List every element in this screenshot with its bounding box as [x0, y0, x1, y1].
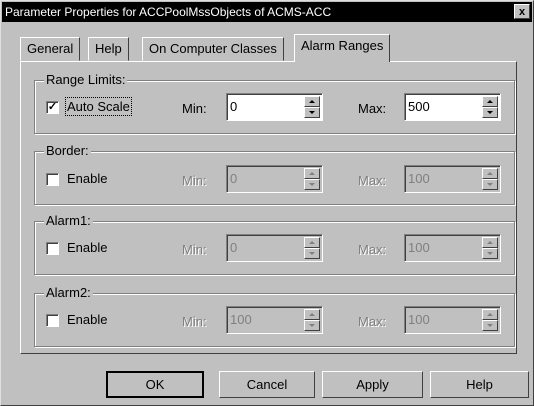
- border-max-input[interactable]: 100: [404, 165, 501, 193]
- alarm2-enable-label[interactable]: Enable: [67, 312, 107, 327]
- spin-down-icon[interactable]: [482, 107, 498, 118]
- spin-up-icon[interactable]: [304, 309, 320, 320]
- alarm2-max-spinner[interactable]: [482, 309, 498, 331]
- border-min-label: Min:: [182, 173, 207, 188]
- spin-up-icon[interactable]: [482, 309, 498, 320]
- alarm1-max-input[interactable]: 100: [404, 234, 501, 262]
- range-min-value: 0: [230, 99, 238, 114]
- spin-up-icon[interactable]: [304, 168, 320, 179]
- border-min-spinner[interactable]: [304, 168, 320, 190]
- tab-general[interactable]: General: [20, 37, 81, 61]
- alarm1-enable-label[interactable]: Enable: [67, 240, 107, 255]
- range-min-spinner[interactable]: [304, 96, 320, 118]
- ok-button[interactable]: OK: [106, 371, 204, 398]
- group-title: Alarm1:: [44, 213, 93, 228]
- alarm2-max-value: 100: [408, 312, 430, 327]
- alarm2-max-label: Max:: [358, 314, 387, 329]
- range-max-input[interactable]: 500: [404, 93, 501, 121]
- alarm1-min-spinner[interactable]: [304, 237, 320, 259]
- spin-down-icon[interactable]: [304, 179, 320, 190]
- alarm2-min-value: 100: [230, 312, 252, 327]
- border-max-spinner[interactable]: [482, 168, 498, 190]
- auto-scale-checkbox[interactable]: ✓: [46, 101, 59, 114]
- close-icon[interactable]: x: [514, 4, 530, 19]
- spin-down-icon[interactable]: [304, 107, 320, 118]
- alarm2-min-input[interactable]: 100: [226, 306, 323, 334]
- spin-down-icon[interactable]: [482, 320, 498, 331]
- border-max-label: Max:: [358, 173, 387, 188]
- range-min-label: Min:: [182, 101, 207, 116]
- spin-down-icon[interactable]: [304, 320, 320, 331]
- alarm1-max-spinner[interactable]: [482, 237, 498, 259]
- alarm1-max-label: Max:: [358, 242, 387, 257]
- border-enable-checkbox[interactable]: [46, 173, 59, 186]
- help-button[interactable]: Help: [430, 371, 529, 398]
- cancel-button[interactable]: Cancel: [219, 371, 315, 398]
- alarm1-min-input[interactable]: 0: [226, 234, 323, 262]
- tab-on-computer-classes[interactable]: On Computer Classes: [142, 37, 284, 61]
- alarm1-min-value: 0: [230, 240, 238, 255]
- title-bar[interactable]: Parameter Properties for ACCPoolMssObjec…: [2, 2, 532, 22]
- alarm2-min-label: Min:: [182, 314, 207, 329]
- group-title: Alarm2:: [44, 285, 93, 300]
- spin-up-icon[interactable]: [482, 237, 498, 248]
- tab-help[interactable]: Help: [88, 37, 129, 61]
- group-title: Border:: [44, 143, 91, 158]
- group-title: Range Limits:: [44, 72, 128, 87]
- range-max-value: 500: [408, 99, 430, 114]
- alarm1-max-value: 100: [408, 240, 430, 255]
- range-max-spinner[interactable]: [482, 96, 498, 118]
- border-min-input[interactable]: 0: [226, 165, 323, 193]
- alarm1-enable-checkbox[interactable]: [46, 242, 59, 255]
- alarm2-min-spinner[interactable]: [304, 309, 320, 331]
- spin-down-icon[interactable]: [482, 179, 498, 190]
- alarm1-min-label: Min:: [182, 242, 207, 257]
- apply-button[interactable]: Apply: [322, 371, 423, 398]
- alarm2-max-input[interactable]: 100: [404, 306, 501, 334]
- spin-up-icon[interactable]: [304, 237, 320, 248]
- alarm2-enable-checkbox[interactable]: [46, 314, 59, 327]
- range-max-label: Max:: [358, 101, 387, 116]
- spin-up-icon[interactable]: [304, 96, 320, 107]
- border-enable-label[interactable]: Enable: [67, 171, 107, 186]
- range-min-input[interactable]: 0: [226, 93, 323, 121]
- spin-up-icon[interactable]: [482, 96, 498, 107]
- window-title: Parameter Properties for ACCPoolMssObjec…: [5, 5, 332, 19]
- spin-up-icon[interactable]: [482, 168, 498, 179]
- auto-scale-label[interactable]: Auto Scale: [65, 97, 132, 116]
- border-max-value: 100: [408, 171, 430, 186]
- tab-alarm-ranges[interactable]: Alarm Ranges: [294, 34, 391, 62]
- spin-down-icon[interactable]: [482, 248, 498, 259]
- border-min-value: 0: [230, 171, 238, 186]
- spin-down-icon[interactable]: [304, 248, 320, 259]
